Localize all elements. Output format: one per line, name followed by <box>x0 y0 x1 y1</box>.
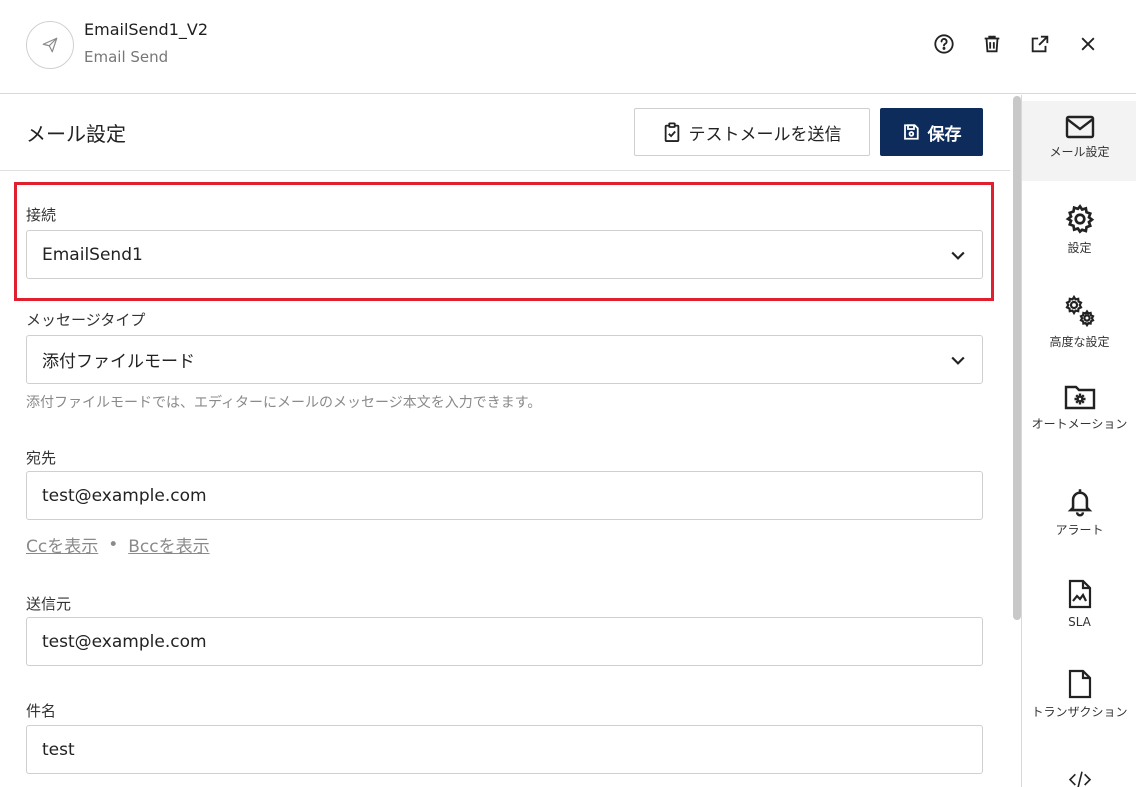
section-header: メール設定 テストメールを送信 保存 <box>0 95 1010 171</box>
message-type-select[interactable]: 添付ファイルモード <box>26 335 983 384</box>
subject-label: 件名 <box>26 702 57 720</box>
nav-label-sla: SLA <box>1068 615 1091 629</box>
from-input[interactable] <box>42 631 982 652</box>
panel-title: EmailSend1_V2 <box>84 20 208 39</box>
code-icon <box>1068 771 1091 787</box>
connection-select[interactable]: EmailSend1 <box>26 230 983 279</box>
chevron-down-icon <box>951 251 965 260</box>
panel-subtitle: Email Send <box>84 48 169 66</box>
panel-header: EmailSend1_V2 Email Send <box>0 0 1136 94</box>
send-test-mail-button[interactable]: テストメールを送信 <box>634 108 870 156</box>
nav-label-settings: 設定 <box>1067 241 1092 255</box>
help-icon[interactable] <box>932 32 956 56</box>
message-type-value: 添付ファイルモード <box>42 352 195 372</box>
show-cc-link[interactable]: Ccを表示 <box>26 532 98 557</box>
nav-item-alerts[interactable]: アラート <box>1022 487 1136 557</box>
gear-icon <box>1065 204 1094 234</box>
scrollbar[interactable] <box>1013 96 1021 620</box>
paper-plane-icon <box>42 37 58 53</box>
nav-label-automation: オートメーション <box>1031 417 1128 431</box>
clipboard-check-icon <box>664 122 679 142</box>
nav-label-mail-settings: メール設定 <box>1049 145 1110 159</box>
to-field[interactable] <box>26 471 983 520</box>
nav-item-transactions[interactable]: トランザクション <box>1022 669 1136 749</box>
trash-icon[interactable] <box>980 32 1004 56</box>
gears-icon <box>1064 294 1095 328</box>
connection-label: 接続 <box>26 206 57 224</box>
chevron-down-icon <box>951 356 965 365</box>
subject-input[interactable] <box>42 739 982 760</box>
nav-item-code[interactable] <box>1022 769 1136 787</box>
save-label: 保存 <box>927 124 962 145</box>
mail-icon <box>1065 115 1094 139</box>
folder-gear-icon <box>1064 385 1095 410</box>
nav-label-alerts: アラート <box>1055 523 1104 537</box>
save-button[interactable]: 保存 <box>880 108 983 156</box>
document-icon <box>1068 669 1091 699</box>
nav-item-automation[interactable]: オートメーション <box>1022 383 1136 463</box>
subject-field[interactable] <box>26 725 983 774</box>
send-avatar <box>26 21 74 69</box>
nav-item-sla[interactable]: SLA <box>1022 579 1136 649</box>
message-type-label: メッセージタイプ <box>26 311 146 329</box>
show-bcc-link[interactable]: Bccを表示 <box>128 532 209 557</box>
connection-value: EmailSend1 <box>42 244 143 265</box>
to-label: 宛先 <box>26 449 57 467</box>
nav-label-advanced-settings: 高度な設定 <box>1049 335 1110 349</box>
open-external-icon[interactable] <box>1028 32 1052 56</box>
from-field[interactable] <box>26 617 983 666</box>
nav-item-advanced-settings[interactable]: 高度な設定 <box>1022 293 1136 363</box>
link-separator: • <box>108 534 119 555</box>
from-label: 送信元 <box>26 595 72 613</box>
sla-document-icon <box>1068 579 1091 609</box>
nav-item-settings[interactable]: 設定 <box>1022 203 1136 273</box>
close-icon[interactable] <box>1076 32 1100 56</box>
to-input[interactable] <box>42 485 982 506</box>
section-title: メール設定 <box>26 122 126 146</box>
cc-bcc-links: Ccを表示 • Bccを表示 <box>26 532 210 558</box>
nav-item-mail-settings[interactable]: メール設定 <box>1022 101 1136 181</box>
bell-icon <box>1067 489 1092 517</box>
save-icon <box>903 124 919 140</box>
mail-settings-panel: メール設定 テストメールを送信 保存 接続 EmailSend1 メッセージタイ… <box>0 95 1010 787</box>
message-type-hint: 添付ファイルモードでは、エディターにメールのメッセージ本文を入力できます。 <box>26 395 542 411</box>
send-test-mail-label: テストメールを送信 <box>688 124 842 145</box>
nav-label-transactions: トランザクション <box>1031 705 1128 719</box>
right-nav: メール設定 設定 高度な設定 オートメーション アラート SLA トランザクショ… <box>1021 95 1136 787</box>
